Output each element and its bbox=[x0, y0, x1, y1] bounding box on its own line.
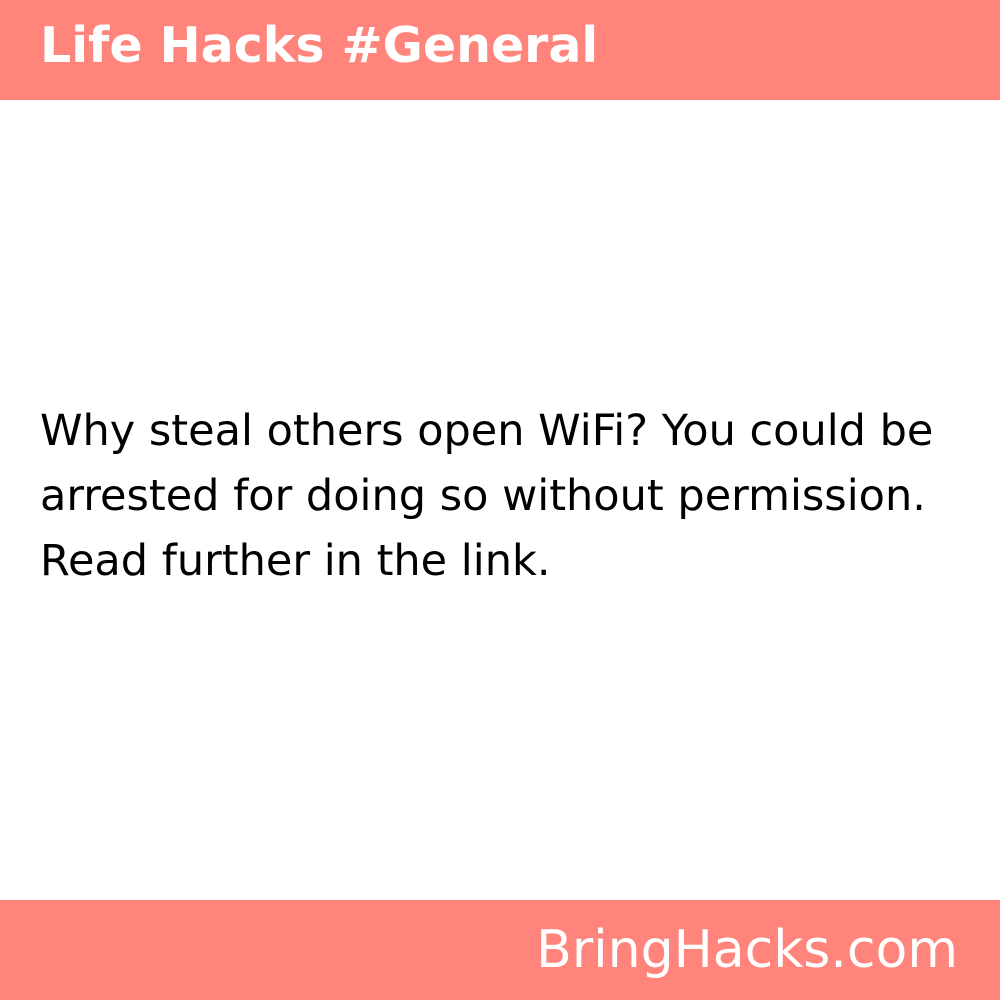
header-banner: Life Hacks #General bbox=[0, 0, 1000, 100]
hack-text: Why steal others open WiFi? You could be… bbox=[40, 405, 934, 586]
main-content: Why steal others open WiFi? You could be… bbox=[0, 100, 1000, 900]
footer-banner: BringHacks.com bbox=[0, 900, 1000, 1000]
page-title: Life Hacks #General bbox=[40, 16, 599, 74]
brand-text: BringHacks.com bbox=[536, 920, 958, 980]
